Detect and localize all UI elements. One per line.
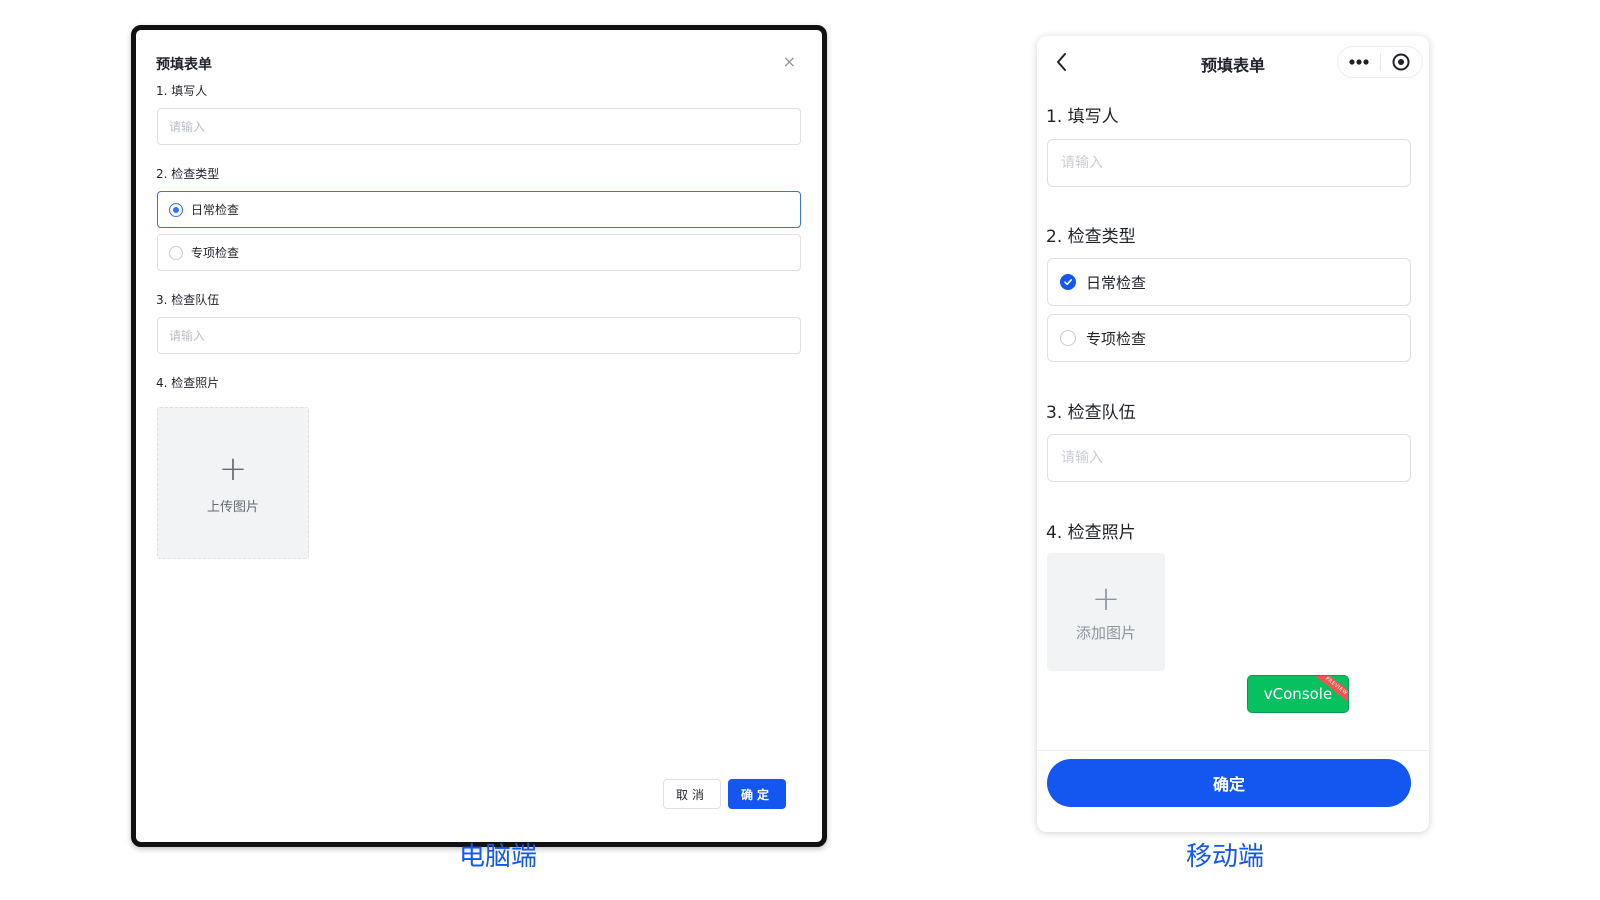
- plus-icon: +: [218, 448, 248, 489]
- desktop-upload-button[interactable]: + 上传图片: [157, 407, 309, 559]
- radio-unchecked-icon: [1060, 330, 1076, 346]
- submit-button[interactable]: 确定: [1047, 759, 1411, 807]
- mobile-team-input[interactable]: [1047, 434, 1411, 482]
- vconsole-button[interactable]: vConsole PREVIEW: [1247, 675, 1349, 713]
- desktop-option-special-label: 专项检查: [191, 246, 240, 260]
- mobile-photo-label: 4. 检查照片: [1046, 523, 1136, 543]
- confirm-button[interactable]: 确定: [728, 779, 786, 809]
- more-dots-icon[interactable]: [1338, 47, 1380, 77]
- desktop-filler-label: 1. 填写人: [156, 84, 208, 98]
- cancel-button[interactable]: 取消: [663, 779, 721, 809]
- desktop-team-input[interactable]: [157, 317, 801, 354]
- plus-icon: +: [1091, 578, 1121, 619]
- desktop-filler-input[interactable]: [157, 108, 801, 145]
- check-icon: [1060, 274, 1076, 290]
- mini-program-capsule: [1337, 46, 1423, 78]
- radio-unchecked-icon: [169, 245, 183, 260]
- mobile-caption: 移动端: [1186, 842, 1265, 872]
- mobile-filler-input[interactable]: [1047, 139, 1411, 187]
- mobile-form-window: 预填表单 1. 填写人 2. 检查类型 日常检查 专项检查 3. 检查队伍: [1037, 36, 1429, 832]
- desktop-option-daily[interactable]: 日常检查: [157, 191, 801, 228]
- mobile-filler-label: 1. 填写人: [1046, 107, 1119, 127]
- desktop-photo-label: 4. 检查照片: [156, 376, 220, 390]
- desktop-form-window: 预填表单 × 1. 填写人 2. 检查类型 日常检查 专项检查 3. 检查队伍 …: [131, 25, 827, 847]
- desktop-type-label: 2. 检查类型: [156, 167, 220, 181]
- mobile-type-label: 2. 检查类型: [1046, 227, 1136, 247]
- desktop-caption: 电脑端: [459, 842, 538, 872]
- target-icon[interactable]: [1380, 47, 1422, 77]
- desktop-upload-label: 上传图片: [206, 499, 259, 515]
- desktop-option-special[interactable]: 专项检查: [157, 234, 801, 271]
- mobile-team-label: 3. 检查队伍: [1046, 403, 1136, 423]
- footer-divider: [1037, 750, 1429, 751]
- mobile-upload-label: 添加图片: [1075, 623, 1136, 642]
- mobile-upload-button[interactable]: + 添加图片: [1047, 553, 1165, 671]
- mobile-option-special-label: 专项检查: [1086, 329, 1147, 348]
- vconsole-label: vConsole: [1263, 685, 1333, 703]
- mobile-option-daily-label: 日常检查: [1086, 273, 1147, 292]
- mobile-option-special[interactable]: 专项检查: [1047, 314, 1411, 362]
- desktop-team-label: 3. 检查队伍: [156, 293, 220, 307]
- mobile-option-daily[interactable]: 日常检查: [1047, 258, 1411, 306]
- desktop-form-title: 预填表单: [156, 57, 212, 73]
- radio-checked-icon: [169, 202, 183, 217]
- desktop-option-daily-label: 日常检查: [191, 203, 240, 217]
- close-icon[interactable]: ×: [783, 52, 796, 71]
